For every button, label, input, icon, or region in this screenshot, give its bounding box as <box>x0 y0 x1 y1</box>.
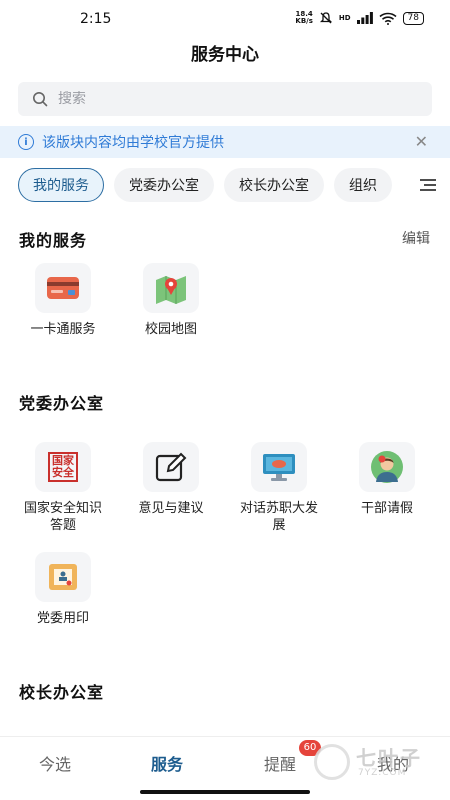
search-input[interactable] <box>58 91 398 107</box>
map-icon-box <box>143 263 199 313</box>
seal-icon-box <box>35 552 91 602</box>
watermark-logo <box>314 744 350 780</box>
section-title-president-office: 校长办公室 <box>19 683 105 702</box>
hd-label: HD <box>338 14 351 22</box>
search-icon <box>33 92 48 107</box>
category-tabs: 我的服务 党委办公室 校长办公室 组织 <box>18 168 450 202</box>
nav-item-services[interactable]: 服务 <box>151 751 183 775</box>
service-item-campus-map[interactable]: 校园地图 <box>117 263 225 338</box>
service-item-card[interactable]: 一卡通服务 <box>9 263 117 338</box>
person-icon <box>371 451 403 483</box>
net-speed: 18.4 KB/s <box>295 11 312 25</box>
section-title-my-services: 我的服务 <box>19 231 88 250</box>
notice-banner: i 该版块内容均由学校官方提供 ✕ <box>0 126 450 158</box>
service-item-label: 党委用印 <box>36 611 89 626</box>
net-speed-unit: KB/s <box>295 17 313 25</box>
service-item-label: 干部请假 <box>360 501 413 516</box>
status-icons: 18.4 KB/s HD 78 <box>295 11 424 25</box>
seal-icon <box>49 564 77 590</box>
card-icon-box <box>35 263 91 313</box>
service-item-leave[interactable]: 干部请假 <box>333 442 441 517</box>
edit-icon-box <box>143 442 199 492</box>
home-indicator[interactable] <box>140 790 310 794</box>
page-title: 服务中心 <box>191 45 259 65</box>
service-item-national-security[interactable]: 国家安全 国家安全知识答题 <box>9 442 117 534</box>
signal-icon <box>356 12 373 24</box>
nav-item-reminders[interactable]: 提醒 <box>264 751 296 775</box>
tab-organization[interactable]: 组织 <box>334 168 392 202</box>
watermark-text: 七叶子 <box>356 746 422 770</box>
nav-item-picks[interactable]: 今选 <box>39 751 71 775</box>
tabs-menu-button[interactable] <box>406 168 450 202</box>
service-item-label: 对话苏职大发展 <box>239 501 318 533</box>
national-security-icon-box: 国家安全 <box>35 442 91 492</box>
person-icon-box <box>359 442 415 492</box>
close-icon[interactable]: ✕ <box>415 132 428 151</box>
battery-indicator: 78 <box>402 11 424 25</box>
status-time: 2:15 <box>80 11 112 27</box>
service-item-suggestions[interactable]: 意见与建议 <box>117 442 225 517</box>
service-item-label: 国家安全知识答题 <box>23 501 102 533</box>
edit-icon <box>155 452 187 482</box>
service-item-label: 意见与建议 <box>138 501 204 516</box>
search-bar[interactable] <box>18 82 432 116</box>
tab-president-office[interactable]: 校长办公室 <box>224 168 324 202</box>
watermark-subtext: 7YZ.COM <box>358 768 407 778</box>
wifi-icon <box>379 12 397 25</box>
status-bar: 2:15 18.4 KB/s HD 78 <box>0 0 450 36</box>
service-item-label: 校园地图 <box>144 322 197 337</box>
mute-bell-icon <box>319 12 332 24</box>
card-icon <box>47 277 79 299</box>
monitor-icon-box <box>251 442 307 492</box>
monitor-icon <box>263 454 295 481</box>
tab-my-services[interactable]: 我的服务 <box>18 168 104 202</box>
national-security-icon: 国家安全 <box>48 452 78 482</box>
section-title-party-office: 党委办公室 <box>19 394 105 413</box>
service-item-label: 一卡通服务 <box>30 322 96 337</box>
service-item-dialogue[interactable]: 对话苏职大发展 <box>225 442 333 534</box>
info-icon: i <box>18 134 34 150</box>
map-icon <box>156 276 186 304</box>
menu-icon <box>420 179 436 191</box>
tab-party-office[interactable]: 党委办公室 <box>114 168 214 202</box>
edit-button[interactable]: 编辑 <box>402 228 430 248</box>
service-item-seal[interactable]: 党委用印 <box>9 552 117 627</box>
notice-text: 该版块内容均由学校官方提供 <box>42 135 224 151</box>
national-security-icon-text: 国家安全 <box>52 454 74 479</box>
